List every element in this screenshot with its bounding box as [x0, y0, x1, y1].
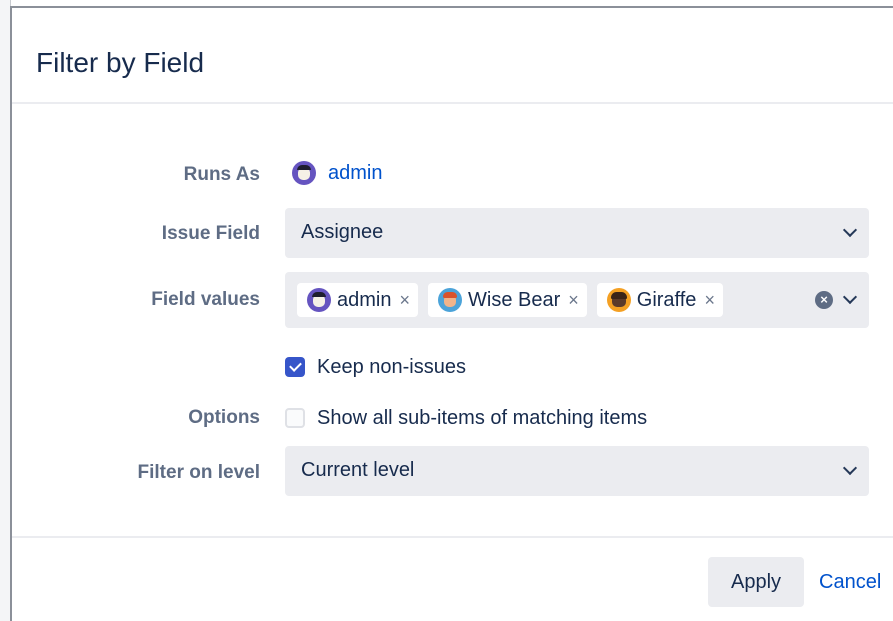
- footer-divider: [12, 536, 893, 538]
- admin-avatar-icon: [292, 161, 316, 185]
- issue-field-label: Issue Field: [161, 223, 260, 244]
- tag-label: admin: [337, 288, 392, 311]
- remove-tag-icon[interactable]: ×: [399, 290, 410, 311]
- admin-avatar-icon: [307, 288, 331, 312]
- options-label: Options: [188, 407, 260, 428]
- field-values-tags: admin × Wise Bear × Giraffe ×: [297, 283, 723, 317]
- field-values-multiselect[interactable]: admin × Wise Bear × Giraffe × ×: [285, 272, 869, 328]
- runs-as-user-name[interactable]: admin: [328, 162, 382, 185]
- keep-non-issues-label[interactable]: Keep non-issues: [317, 356, 466, 379]
- giraffe-avatar-icon: [606, 288, 631, 312]
- issue-field-value: Assignee: [301, 221, 384, 243]
- field-values-label: Field values: [151, 289, 260, 310]
- remove-tag-icon[interactable]: ×: [704, 290, 715, 311]
- filter-on-level-label: Filter on level: [137, 462, 260, 483]
- chevron-down-icon[interactable]: [842, 222, 858, 238]
- dialog-header: Filter by Field: [12, 8, 893, 104]
- show-sub-items-option[interactable]: Show all sub-items of matching items: [285, 404, 647, 432]
- tag-label: Wise Bear: [468, 288, 561, 311]
- issue-field-select[interactable]: Assignee: [285, 208, 869, 258]
- keep-non-issues-checkbox[interactable]: [285, 357, 305, 377]
- tag-wise-bear: Wise Bear ×: [428, 283, 587, 317]
- dialog-title: Filter by Field: [36, 47, 205, 78]
- chevron-down-icon[interactable]: [842, 460, 858, 476]
- tag-giraffe: Giraffe ×: [596, 283, 723, 317]
- apply-button[interactable]: Apply: [708, 557, 804, 607]
- show-sub-items-checkbox[interactable]: [285, 408, 305, 428]
- filter-on-level-value: Current level: [301, 459, 415, 481]
- keep-non-issues-option[interactable]: Keep non-issues: [285, 353, 466, 381]
- runs-as-user[interactable]: admin: [292, 158, 382, 188]
- runs-as-label: Runs As: [183, 164, 260, 185]
- remove-tag-icon[interactable]: ×: [568, 290, 579, 311]
- filter-on-level-select[interactable]: Current level: [285, 446, 869, 496]
- bear-avatar-icon: [438, 288, 462, 312]
- clear-all-icon[interactable]: ×: [815, 291, 833, 309]
- cancel-link[interactable]: Cancel: [819, 571, 881, 594]
- chevron-down-icon[interactable]: [842, 289, 858, 305]
- filter-by-field-dialog: Filter by Field Runs As admin Issue Fiel…: [10, 6, 893, 621]
- tag-admin: admin ×: [297, 283, 418, 317]
- tag-label: Giraffe: [636, 288, 697, 311]
- show-sub-items-label[interactable]: Show all sub-items of matching items: [317, 407, 647, 430]
